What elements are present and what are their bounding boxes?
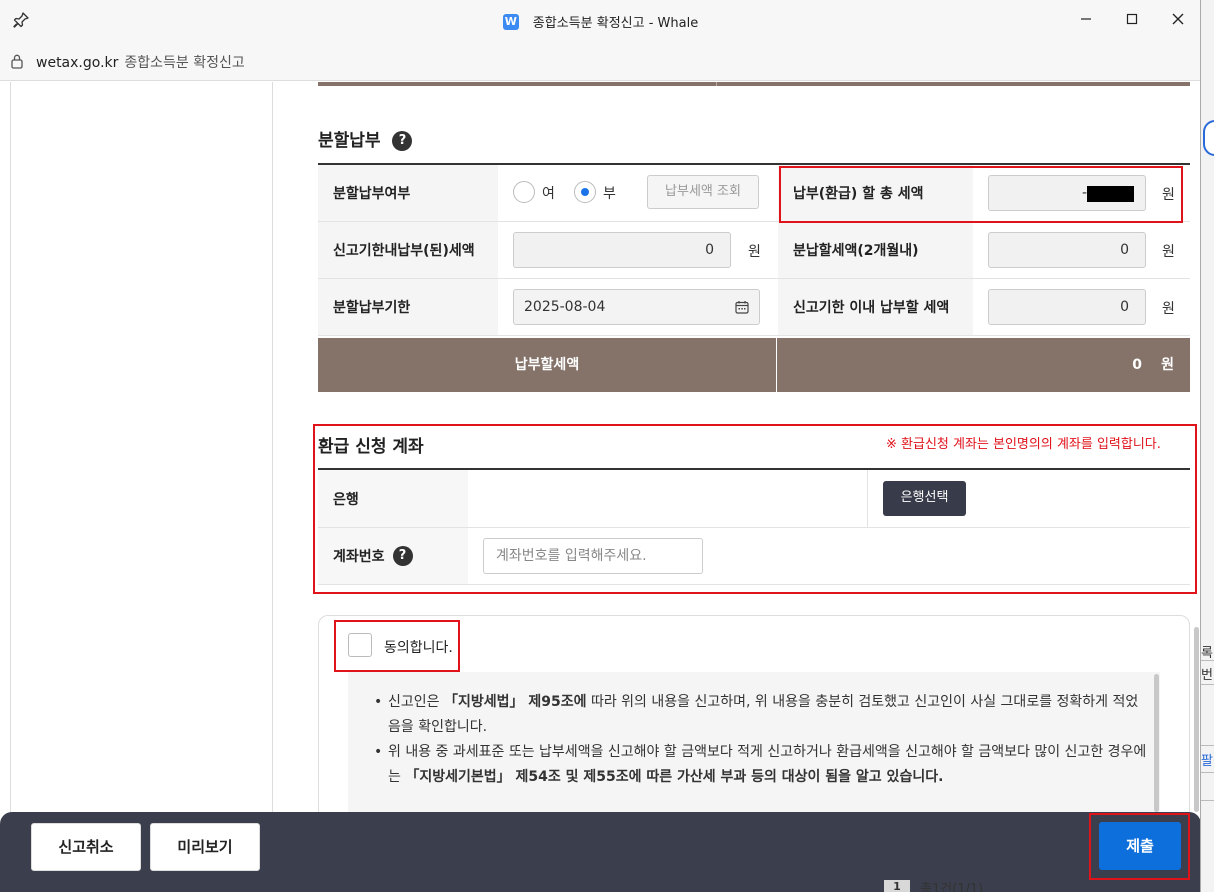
summary-label: 납부할세액 [318, 338, 777, 392]
browser-window: W 종합소득분 확정신고 - Whale wetax.go.kr 종합소득분 확정신… [0, 0, 1201, 892]
help-icon[interactable]: ? [392, 131, 413, 151]
highlight-refund-account [313, 424, 1197, 594]
installment-amount-cell: 0 원 [973, 222, 1190, 278]
term-item: 신고인은 「지방세법」 제95조에 따라 위의 내용을 신고하며, 위 내용을 … [374, 690, 1150, 740]
url-text: wetax.go.kr 종합소득분 확정신고 [36, 52, 245, 72]
page-scrollbar[interactable] [1194, 627, 1199, 812]
payable-within-deadline-field: 0 [988, 289, 1146, 325]
url-page-title: 종합소득분 확정신고 [124, 55, 245, 71]
whale-logo-icon: W [502, 13, 519, 30]
paid-within-deadline-cell: 0 원 [498, 222, 777, 278]
terms-text: 신고인은 「지방세법」 제95조에 따라 위의 내용을 신고하며, 위 내용을 … [348, 672, 1160, 822]
url-domain: wetax.go.kr [36, 55, 119, 71]
installment-deadline-date[interactable]: 2025-08-04 [513, 289, 760, 325]
highlight-agree [334, 620, 460, 672]
date-value: 2025-08-04 [524, 299, 606, 315]
lock-icon [11, 54, 23, 69]
label-installment-amount: 분납할세액(2개월내) [778, 222, 973, 278]
summary-row: 납부할세액 0 원 [318, 338, 1190, 392]
radio-no[interactable] [574, 181, 596, 203]
preview-button[interactable]: 미리보기 [150, 823, 260, 871]
installment-amount-field: 0 [988, 232, 1146, 268]
label-installment-flag: 분할납부여부 [318, 165, 498, 221]
background-window-edge: 록 번 팔 [1200, 0, 1214, 892]
pager-text: 총1건(1/1) [920, 882, 984, 892]
highlight-submit [1089, 813, 1190, 880]
installment-deadline-cell: 2025-08-04 [498, 279, 777, 335]
unit-won: 원 [1162, 244, 1175, 260]
title-bar: W 종합소득분 확정신고 - Whale [0, 0, 1200, 41]
summary-value: 0 [1132, 357, 1142, 373]
bottom-action-bar: 신고취소 미리보기 제출 [0, 812, 1200, 892]
page-content: 분할납부 ? 분할납부여부 여 부 납부세액 조회 납부(환급) 할 총 세액 … [0, 82, 1200, 892]
calendar-icon[interactable] [735, 300, 749, 314]
terms-scrollbar[interactable] [1154, 674, 1159, 812]
background-divider [1201, 660, 1214, 661]
installment-title-text: 분할납부 [318, 131, 381, 151]
unit-won: 원 [1162, 301, 1175, 317]
left-panel [10, 82, 273, 892]
cancel-report-button[interactable]: 신고취소 [31, 823, 141, 871]
previous-table-bottom [318, 82, 1190, 86]
background-text: 번 [1201, 668, 1213, 683]
label-payable-within-deadline: 신고기한 이내 납부할 세액 [778, 279, 973, 335]
radio-no-label: 부 [603, 186, 616, 202]
background-divider [1201, 745, 1214, 746]
unit-won: 원 [748, 244, 761, 260]
highlight-total-tax [779, 166, 1183, 223]
table-row: 분할납부기한 2025-08-04 신고기한 이내 납부할 세액 0 원 [318, 279, 1190, 336]
background-divider [1201, 800, 1214, 801]
installment-flag-cell: 여 부 납부세액 조회 [498, 165, 777, 221]
radio-yes-label: 여 [542, 186, 555, 202]
background-text: 록 [1201, 646, 1213, 661]
minimize-button[interactable] [1074, 8, 1098, 30]
window-title: W 종합소득분 확정신고 - Whale [0, 12, 1200, 31]
address-bar[interactable]: wetax.go.kr 종합소득분 확정신고 [0, 41, 1200, 81]
background-circle-icon [1203, 120, 1214, 156]
close-button[interactable] [1166, 8, 1190, 30]
installment-section-title: 분할납부 ? [318, 126, 413, 151]
tax-lookup-button[interactable]: 납부세액 조회 [647, 175, 759, 209]
payable-within-deadline-cell: 0 원 [973, 279, 1190, 335]
radio-yes[interactable] [513, 181, 535, 203]
maximize-button[interactable] [1120, 8, 1144, 30]
background-divider [1201, 772, 1214, 773]
window-title-text: 종합소득분 확정신고 - Whale [532, 16, 699, 31]
label-paid-within-deadline: 신고기한내납부(된)세액 [318, 222, 498, 278]
pager-current[interactable]: 1 [884, 880, 910, 892]
background-divider [1201, 684, 1214, 685]
table-row: 신고기한내납부(된)세액 0 원 분납할세액(2개월내) 0 원 [318, 222, 1190, 279]
label-installment-deadline: 분할납부기한 [318, 279, 498, 335]
paid-within-deadline-field: 0 [513, 232, 731, 268]
summary-unit: 원 [1161, 357, 1174, 373]
term-item: 위 내용 중 과세표준 또는 납부세액을 신고해야 할 금액보다 적게 신고하거… [374, 740, 1150, 790]
background-link: 팔 [1201, 754, 1213, 769]
